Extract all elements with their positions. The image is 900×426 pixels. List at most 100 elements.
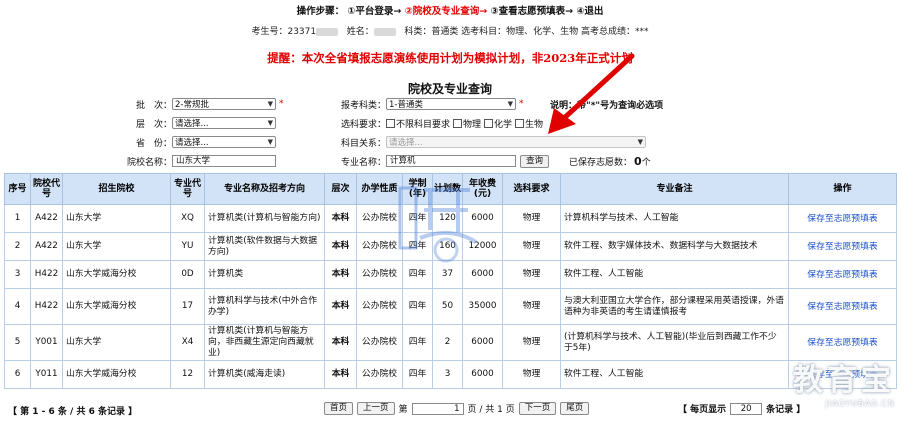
physics-checkbox[interactable] [453, 118, 463, 128]
required-mark: * [279, 99, 284, 109]
next-page-button[interactable]: 下一页 [518, 402, 557, 415]
no-limit-label: 不限科目要求 [396, 119, 451, 130]
biology-checkbox[interactable] [515, 118, 525, 128]
category-label: 报考科类： [340, 100, 386, 111]
col-header: 招生院校 [62, 173, 171, 205]
results-table: 序号 院校代号 招生院校 专业代号 专业名称及招考方向 层次 办学性质 学制(年… [4, 173, 897, 389]
table-cell: 1 [4, 204, 31, 233]
table-cell: X4 [170, 324, 205, 361]
level-label: 层 次： [135, 119, 172, 130]
chemistry-label: 化学 [494, 119, 513, 130]
step-exit-link[interactable]: ④退出 [576, 6, 603, 17]
prev-page-button[interactable]: 上一页 [357, 402, 395, 415]
col-header: 院校代号 [30, 173, 63, 205]
table-cell: 160 [432, 232, 463, 261]
saved-count-label: 已保存志愿数： [569, 157, 633, 168]
table-cell: 物理 [502, 232, 561, 261]
col-header: 专业名称及招考方向 [204, 173, 325, 205]
step-query-link[interactable]: ②院校及专业查询→ [405, 6, 488, 17]
table-cell: 山东大学 [62, 324, 171, 361]
query-button[interactable]: 查询 [520, 154, 550, 168]
table-cell: 四年 [402, 324, 433, 361]
chevron-down-icon: ▼ [507, 100, 513, 108]
table-cell: 公办院校 [356, 204, 403, 233]
record-summary: 【 第 1 - 6 条 / 共 6 条记录 】 [8, 407, 138, 417]
table-cell: 物理 [502, 360, 561, 389]
batch-select-value: 2-常规批 [175, 100, 209, 110]
save-to-form-link[interactable]: 保存至志愿预填表 [792, 214, 893, 224]
save-to-form-link[interactable]: 保存至志愿预填表 [792, 370, 893, 380]
table-cell: 0D [170, 260, 205, 289]
table-cell: 6000 [462, 260, 503, 289]
steps-bar: 操作步骤： ①平台登录→ ②院校及专业查询→ ③查看志愿预填表→ ④退出 [0, 3, 900, 17]
table-cell: 37 [432, 260, 463, 289]
no-limit-checkbox[interactable] [386, 118, 395, 128]
page-suffix: 页 / 共 1 页 [467, 405, 515, 415]
school-row: 院校名称： 山东大学 [100, 154, 276, 168]
action-cell: 保存至志愿预填表 [788, 232, 897, 261]
required-mark: * [519, 99, 524, 109]
table-cell: 公办院校 [356, 260, 403, 289]
table-cell: 与澳大利亚国立大学合作，部分课程采用英语授课，外语语种为非英语的考生请谨慎报考 [560, 288, 789, 325]
category-select[interactable]: 1-普通类 ▼ [386, 98, 516, 110]
table-cell: 12000 [462, 232, 503, 261]
page-number-input[interactable]: 1 [411, 402, 464, 415]
student-info: 考生号：23371 姓名： 科类：普通类 选考科目：物理、化学、生物 高考总成绩… [0, 24, 900, 37]
table-cell: 四年 [402, 232, 433, 261]
table-cell: 120 [432, 204, 463, 233]
major-name-input[interactable]: 计算机 [386, 155, 516, 167]
save-to-form-link[interactable]: 保存至志愿预填表 [792, 302, 893, 312]
table-cell: 公办院校 [356, 232, 403, 261]
saved-count-unit: 个 [641, 157, 651, 168]
annotation-arrow-icon [548, 53, 635, 134]
table-cell: 物理 [502, 204, 561, 233]
level-select-value: 请选择... [175, 119, 209, 129]
exam-no-label: 考生号： [251, 27, 288, 37]
first-page-button[interactable]: 首页 [324, 402, 354, 415]
table-cell: 计算机科学与技术(中外合作办学) [204, 288, 325, 325]
col-header: 学制(年) [402, 173, 433, 205]
table-cell: 计算机科学与技术、人工智能 [560, 204, 789, 233]
batch-select[interactable]: 2-常规批 ▼ [172, 98, 276, 110]
chemistry-checkbox[interactable] [484, 118, 494, 128]
province-select-value: 请选择... [175, 138, 209, 148]
save-to-form-link[interactable]: 保存至志愿预填表 [792, 338, 893, 348]
table-cell: 软件工程、数字媒体技术、数据科学与大数据技术 [560, 232, 789, 261]
page-title: 院校及专业查询 [407, 82, 492, 96]
table-cell: 公办院校 [356, 324, 403, 361]
col-header: 年收费(元) [462, 173, 503, 205]
step-login-link[interactable]: ①平台登录→ [347, 6, 401, 17]
table-cell: A422 [30, 204, 63, 233]
action-cell: 保存至志愿预填表 [788, 260, 897, 289]
table-cell: 6 [4, 360, 31, 389]
per-page-suffix: 条记录 】 [766, 405, 806, 415]
table-cell: 公办院校 [356, 360, 403, 389]
save-to-form-link[interactable]: 保存至志愿预填表 [792, 270, 893, 280]
school-name-input[interactable]: 山东大学 [172, 155, 276, 167]
table-row: 6 Y011 山东大学威海分校 12 计算机类(威海走读) 本科 公办院校 四年 3 6000 物理… [4, 360, 897, 389]
table-row: 4 H422 山东大学威海分校 17 计算机科学与技术(中外合作办学) 本科 公办院校 四年 5… [4, 288, 897, 325]
col-header: 专业备注 [560, 173, 789, 205]
per-page-control: 【 每页显示 20 条记录 】 [678, 402, 805, 415]
subject-req-row: 选科要求： 不限科目要求 物理 化学 生物 [320, 116, 543, 130]
table-cell: XQ [170, 204, 205, 233]
last-page-button[interactable]: 尾页 [560, 402, 590, 415]
per-page-input[interactable]: 20 [730, 402, 763, 415]
table-cell: 山东大学威海分校 [62, 288, 171, 325]
table-cell: 本科 [324, 288, 357, 325]
table-cell: 5 [4, 324, 31, 361]
col-header: 专业代号 [170, 173, 205, 205]
province-select[interactable]: 请选择... ▼ [172, 136, 276, 148]
table-cell: 计算机类(软件数据与大数据方向) [204, 232, 325, 261]
batch-row: 批 次： 2-常规批 ▼ * [100, 97, 284, 111]
action-cell: 保存至志愿预填表 [788, 360, 897, 389]
save-to-form-link[interactable]: 保存至志愿预填表 [792, 242, 893, 252]
table-cell: 4 [4, 288, 31, 325]
redacted-block [316, 27, 339, 36]
page-prefix: 第 [398, 405, 408, 415]
subject-relation-value: 请选择... [389, 138, 423, 148]
major-row: 专业名称： 计算机 查询 已保存志愿数： 0 个 [320, 154, 651, 168]
level-select[interactable]: 请选择... ▼ [172, 117, 276, 129]
per-page-prefix: 【 每页显示 [678, 405, 727, 415]
step-form-link[interactable]: ③查看志愿预填表→ [491, 6, 574, 17]
